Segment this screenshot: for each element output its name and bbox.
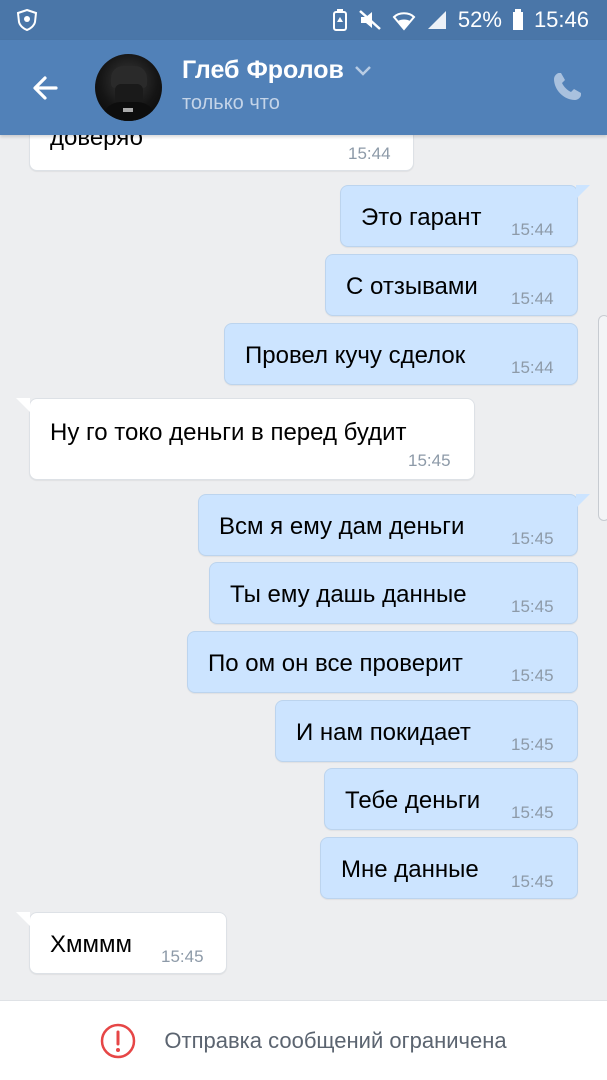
message-time: 15:45 (511, 803, 554, 822)
message-time: 15:45 (511, 735, 554, 754)
bubble-tail (16, 912, 30, 926)
message-text: Ну го токо деньги в перед будит (50, 419, 407, 446)
message-text: По ом он все проверит (208, 650, 463, 677)
message-text: Тебе деньги (345, 787, 481, 814)
bubble-tail (16, 398, 30, 412)
contact-name-text: Глеб Фролов (182, 56, 344, 84)
chat-header: Глеб Фролов только что (0, 40, 607, 135)
message-time: 15:45 (511, 529, 554, 548)
message-outgoing[interactable]: Мне данные 15:45 (320, 837, 578, 899)
restriction-text: Отправка сообщений ограничена (164, 1027, 507, 1053)
message-text: доверяб (50, 135, 143, 151)
message-outgoing[interactable]: Всм я ему дам деньги 15:45 (198, 494, 578, 556)
phone-icon[interactable] (550, 70, 584, 104)
battery-saver-icon (332, 9, 347, 31)
message-time: 15:45 (511, 872, 554, 891)
message-outgoing[interactable]: Ты ему дашь данные 15:45 (209, 562, 578, 624)
message-outgoing[interactable]: И нам покидает 15:45 (275, 700, 578, 762)
message-text: С отзывами (346, 273, 478, 300)
message-time: 15:45 (161, 947, 204, 966)
message-incoming[interactable]: доверяб 15:44 (29, 135, 414, 171)
message-outgoing[interactable]: Провел кучу сделок 15:44 (224, 323, 578, 385)
message-time: 15:44 (511, 358, 554, 377)
exclamation-circle-icon (101, 1023, 136, 1058)
chevron-down-icon[interactable] (354, 65, 372, 77)
message-text: Провел кучу сделок (245, 342, 466, 369)
signal-icon (427, 11, 446, 29)
clock: 15:46 (533, 7, 589, 32)
message-text: Хмммм (50, 931, 133, 958)
message-text: Всм я ему дам деньги (219, 513, 465, 540)
message-time: 15:45 (408, 451, 451, 470)
message-text: Мне данные (341, 856, 479, 883)
message-outgoing[interactable]: С отзывами 15:44 (325, 254, 578, 316)
message-text: И нам покидает (296, 719, 471, 746)
message-text: Это гарант (361, 204, 482, 231)
message-list[interactable]: доверяб 15:44 Это гарант 15:44 С отзывам… (0, 135, 607, 1000)
back-arrow-icon[interactable] (26, 68, 66, 108)
contact-status: только что (182, 92, 280, 114)
message-outgoing[interactable]: Это гарант 15:44 (340, 185, 578, 247)
messaging-restricted-bar: Отправка сообщений ограничена (0, 1000, 607, 1080)
battery-percent: 52% (457, 7, 502, 32)
wifi-icon (392, 12, 416, 31)
bubble-tail (576, 494, 590, 508)
mute-icon (359, 10, 381, 30)
avatar[interactable] (95, 54, 162, 121)
status-bar: 52% 15:46 (0, 0, 607, 40)
message-time: 15:45 (511, 666, 554, 685)
bubble-tail (576, 185, 590, 199)
battery-icon (512, 9, 523, 30)
message-text: Ты ему дашь данные (230, 581, 467, 608)
message-incoming[interactable]: Хмммм 15:45 (29, 912, 227, 974)
message-outgoing[interactable]: По ом он все проверит 15:45 (187, 631, 578, 693)
message-time: 15:45 (511, 597, 554, 616)
scroll-handle[interactable] (598, 315, 607, 521)
message-time: 15:44 (511, 220, 554, 239)
contact-name[interactable]: Глеб Фролов (182, 56, 372, 85)
message-time: 15:44 (348, 144, 391, 163)
vk-shield-icon (16, 9, 38, 31)
message-incoming[interactable]: Ну го токо деньги в перед будит 15:45 (29, 398, 475, 480)
message-time: 15:44 (511, 289, 554, 308)
message-outgoing[interactable]: Тебе деньги 15:45 (324, 768, 578, 830)
